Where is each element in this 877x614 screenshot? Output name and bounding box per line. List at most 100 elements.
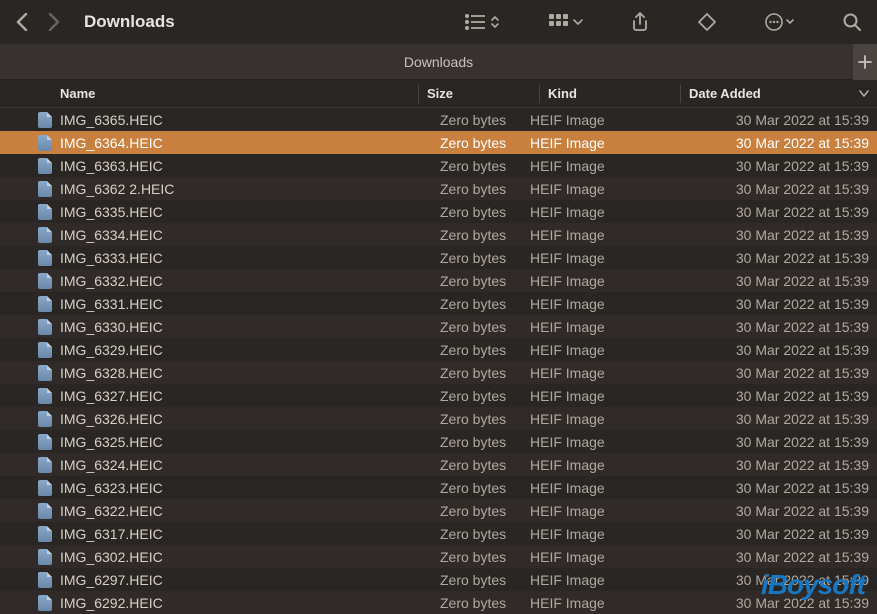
file-kind: HEIF Image xyxy=(530,273,662,289)
file-row[interactable]: IMG_6335.HEIC Zero bytes HEIF Image 30 M… xyxy=(0,200,877,223)
file-row[interactable]: IMG_6325.HEIC Zero bytes HEIF Image 30 M… xyxy=(0,430,877,453)
file-name: IMG_6330.HEIC xyxy=(60,319,418,335)
file-date: 30 Mar 2022 at 15:39 xyxy=(662,158,869,174)
file-date: 30 Mar 2022 at 15:39 xyxy=(662,135,869,151)
file-row[interactable]: IMG_6297.HEIC Zero bytes HEIF Image 30 M… xyxy=(0,568,877,591)
file-date: 30 Mar 2022 at 15:39 xyxy=(662,388,869,404)
tab-add-button[interactable] xyxy=(853,44,877,80)
file-kind: HEIF Image xyxy=(530,204,662,220)
file-icon xyxy=(16,572,60,588)
file-name: IMG_6302.HEIC xyxy=(60,549,418,565)
file-kind: HEIF Image xyxy=(530,503,662,519)
file-kind: HEIF Image xyxy=(530,572,662,588)
file-name: IMG_6363.HEIC xyxy=(60,158,418,174)
file-size: Zero bytes xyxy=(418,526,530,542)
file-icon xyxy=(16,526,60,542)
file-name: IMG_6335.HEIC xyxy=(60,204,418,220)
file-row[interactable]: IMG_6329.HEIC Zero bytes HEIF Image 30 M… xyxy=(0,338,877,361)
file-kind: HEIF Image xyxy=(530,250,662,266)
file-name: IMG_6329.HEIC xyxy=(60,342,418,358)
file-size: Zero bytes xyxy=(418,434,530,450)
file-name: IMG_6323.HEIC xyxy=(60,480,418,496)
file-size: Zero bytes xyxy=(418,227,530,243)
tab-label[interactable]: Downloads xyxy=(404,54,473,70)
file-date: 30 Mar 2022 at 15:39 xyxy=(662,227,869,243)
back-icon[interactable] xyxy=(16,13,28,31)
file-icon xyxy=(16,549,60,565)
file-row[interactable]: IMG_6328.HEIC Zero bytes HEIF Image 30 M… xyxy=(0,361,877,384)
file-row[interactable]: IMG_6330.HEIC Zero bytes HEIF Image 30 M… xyxy=(0,315,877,338)
file-kind: HEIF Image xyxy=(530,411,662,427)
file-name: IMG_6292.HEIC xyxy=(60,595,418,611)
file-kind: HEIF Image xyxy=(530,319,662,335)
file-name: IMG_6297.HEIC xyxy=(60,572,418,588)
file-size: Zero bytes xyxy=(418,158,530,174)
file-size: Zero bytes xyxy=(418,480,530,496)
file-date: 30 Mar 2022 at 15:39 xyxy=(662,572,869,588)
file-kind: HEIF Image xyxy=(530,526,662,542)
file-icon xyxy=(16,135,60,151)
file-kind: HEIF Image xyxy=(530,457,662,473)
file-row[interactable]: IMG_6327.HEIC Zero bytes HEIF Image 30 M… xyxy=(0,384,877,407)
file-icon xyxy=(16,480,60,496)
file-size: Zero bytes xyxy=(418,319,530,335)
file-row[interactable]: IMG_6362 2.HEIC Zero bytes HEIF Image 30… xyxy=(0,177,877,200)
file-row[interactable]: IMG_6364.HEIC Zero bytes HEIF Image 30 M… xyxy=(0,131,877,154)
column-headers: Name Size Kind Date Added xyxy=(0,80,877,108)
file-name: IMG_6364.HEIC xyxy=(60,135,418,151)
file-row[interactable]: IMG_6323.HEIC Zero bytes HEIF Image 30 M… xyxy=(0,476,877,499)
file-icon xyxy=(16,388,60,404)
file-size: Zero bytes xyxy=(418,112,530,128)
file-date: 30 Mar 2022 at 15:39 xyxy=(662,480,869,496)
file-row[interactable]: IMG_6324.HEIC Zero bytes HEIF Image 30 M… xyxy=(0,453,877,476)
column-size[interactable]: Size xyxy=(427,86,539,101)
file-row[interactable]: IMG_6302.HEIC Zero bytes HEIF Image 30 M… xyxy=(0,545,877,568)
file-size: Zero bytes xyxy=(418,457,530,473)
file-row[interactable]: IMG_6365.HEIC Zero bytes HEIF Image 30 M… xyxy=(0,108,877,131)
more-icon[interactable] xyxy=(765,13,795,31)
file-icon xyxy=(16,181,60,197)
file-size: Zero bytes xyxy=(418,296,530,312)
file-row[interactable]: IMG_6331.HEIC Zero bytes HEIF Image 30 M… xyxy=(0,292,877,315)
file-name: IMG_6327.HEIC xyxy=(60,388,418,404)
file-date: 30 Mar 2022 at 15:39 xyxy=(662,434,869,450)
view-list-icon[interactable] xyxy=(465,14,501,30)
tag-icon[interactable] xyxy=(697,12,717,32)
file-icon xyxy=(16,595,60,611)
file-icon xyxy=(16,503,60,519)
file-icon xyxy=(16,434,60,450)
file-size: Zero bytes xyxy=(418,204,530,220)
file-row[interactable]: IMG_6292.HEIC Zero bytes HEIF Image 30 M… xyxy=(0,591,877,614)
file-kind: HEIF Image xyxy=(530,342,662,358)
file-icon xyxy=(16,204,60,220)
file-date: 30 Mar 2022 at 15:39 xyxy=(662,411,869,427)
group-icon[interactable] xyxy=(549,14,583,30)
column-date[interactable]: Date Added xyxy=(689,86,859,101)
file-size: Zero bytes xyxy=(418,549,530,565)
file-name: IMG_6325.HEIC xyxy=(60,434,418,450)
file-name: IMG_6362 2.HEIC xyxy=(60,181,418,197)
file-icon xyxy=(16,227,60,243)
sort-caret-icon[interactable] xyxy=(859,86,869,101)
forward-icon[interactable] xyxy=(48,13,60,31)
file-row[interactable]: IMG_6363.HEIC Zero bytes HEIF Image 30 M… xyxy=(0,154,877,177)
file-row[interactable]: IMG_6322.HEIC Zero bytes HEIF Image 30 M… xyxy=(0,499,877,522)
file-name: IMG_6317.HEIC xyxy=(60,526,418,542)
file-date: 30 Mar 2022 at 15:39 xyxy=(662,457,869,473)
file-date: 30 Mar 2022 at 15:39 xyxy=(662,319,869,335)
search-icon[interactable] xyxy=(843,13,861,31)
column-name[interactable]: Name xyxy=(16,86,418,101)
file-row[interactable]: IMG_6333.HEIC Zero bytes HEIF Image 30 M… xyxy=(0,246,877,269)
file-row[interactable]: IMG_6317.HEIC Zero bytes HEIF Image 30 M… xyxy=(0,522,877,545)
file-icon xyxy=(16,112,60,128)
file-row[interactable]: IMG_6332.HEIC Zero bytes HEIF Image 30 M… xyxy=(0,269,877,292)
column-kind[interactable]: Kind xyxy=(548,86,680,101)
file-kind: HEIF Image xyxy=(530,296,662,312)
file-date: 30 Mar 2022 at 15:39 xyxy=(662,204,869,220)
file-row[interactable]: IMG_6326.HEIC Zero bytes HEIF Image 30 M… xyxy=(0,407,877,430)
file-size: Zero bytes xyxy=(418,411,530,427)
file-kind: HEIF Image xyxy=(530,135,662,151)
file-kind: HEIF Image xyxy=(530,158,662,174)
file-row[interactable]: IMG_6334.HEIC Zero bytes HEIF Image 30 M… xyxy=(0,223,877,246)
share-icon[interactable] xyxy=(631,12,649,32)
